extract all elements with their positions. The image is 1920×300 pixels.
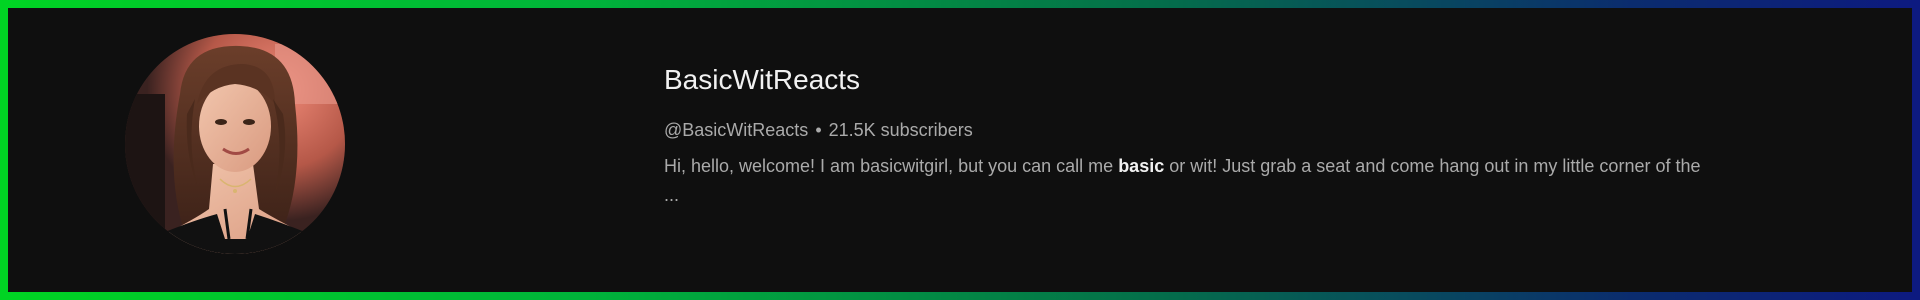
channel-name[interactable]: BasicWitReacts [664,62,1734,98]
gradient-border-frame: BasicWitReacts @BasicWitReacts • 21.5K sub… [0,0,1920,300]
avatar-image [125,34,345,254]
channel-meta: @BasicWitReacts • 21.5K subscribers [664,118,1734,142]
description-highlight: basic [1118,156,1165,176]
subscriber-count: 21.5K subscribers [828,120,973,140]
channel-handle: @BasicWitReacts [664,120,809,140]
channel-info: BasicWitReacts @BasicWitReacts • 21.5K sub… [664,62,1734,210]
meta-separator: • [815,120,822,140]
channel-header-panel: BasicWitReacts @BasicWitReacts • 21.5K sub… [8,8,1912,292]
description-text-start: Hi, hello, welcome! I am basicwitgirl, b… [664,156,1119,176]
channel-description[interactable]: Hi, hello, welcome! I am basicwitgirl, b… [664,152,1714,210]
channel-avatar[interactable] [125,34,345,254]
